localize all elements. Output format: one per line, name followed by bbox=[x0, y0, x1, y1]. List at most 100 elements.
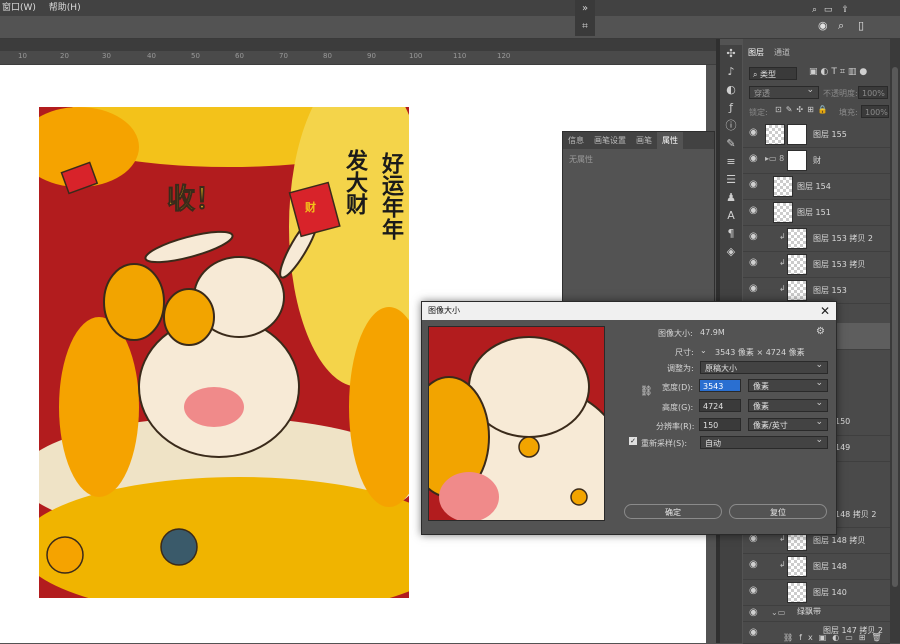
tab-layers[interactable]: 图层 bbox=[743, 47, 769, 58]
tab-channels[interactable]: 通道 bbox=[769, 47, 795, 58]
width-unit-select[interactable]: 像素 bbox=[748, 377, 828, 392]
layer-row[interactable]: ◉8图层 155 bbox=[743, 121, 890, 148]
blend-mode-select[interactable]: 穿透 bbox=[749, 84, 819, 99]
visibility-eye-icon[interactable]: ◉ bbox=[749, 284, 759, 294]
properties-body-text: 无属性 bbox=[569, 155, 593, 164]
compass-icon[interactable]: ✣ bbox=[720, 45, 742, 63]
layers-footer-icons[interactable]: ⛓fx▣◐▭⊞🗑 bbox=[783, 633, 888, 642]
resample-checkbox[interactable]: ✓ bbox=[629, 437, 637, 445]
character-icon[interactable]: A bbox=[720, 207, 742, 225]
layer-name: 图层 155 bbox=[813, 130, 847, 139]
dimensions-chevron-icon[interactable]: ⌄ bbox=[700, 346, 707, 355]
layers-scrollbar[interactable] bbox=[890, 39, 900, 643]
menu-help[interactable]: 帮助(H) bbox=[49, 0, 81, 16]
resolution-unit-select[interactable]: 像素/英寸 bbox=[748, 416, 828, 431]
tab-properties[interactable]: 属性 bbox=[657, 132, 683, 149]
width-input[interactable]: 3543 bbox=[699, 379, 741, 392]
folder-icon: ⌄▭ bbox=[771, 608, 786, 617]
layer-row[interactable]: ◉ 图层 154 bbox=[743, 173, 890, 200]
visibility-eye-icon[interactable]: ◉ bbox=[749, 206, 759, 216]
visibility-eye-icon[interactable]: ◉ bbox=[749, 128, 759, 138]
options-bar: » ⌗ ◉ ⌕ ▯ bbox=[0, 0, 900, 39]
height-input[interactable]: 4724 bbox=[699, 399, 741, 412]
tab-info[interactable]: 信息 bbox=[563, 132, 589, 149]
ruler-tick: 10 bbox=[18, 52, 27, 60]
resample-select[interactable]: 自动 bbox=[700, 434, 828, 449]
layers-icon[interactable]: ◈ bbox=[720, 243, 742, 261]
image-preview[interactable] bbox=[428, 326, 605, 521]
layer-thumbnail bbox=[787, 280, 807, 301]
fit-to-select[interactable]: 原稿大小 bbox=[700, 359, 828, 374]
layer-thumbnail bbox=[787, 254, 807, 275]
gear-icon[interactable]: ⚙ bbox=[816, 326, 825, 337]
visibility-eye-icon[interactable]: ◉ bbox=[749, 534, 759, 544]
fill-label: 填充: bbox=[839, 108, 858, 117]
visibility-eye-icon[interactable]: ◉ bbox=[749, 608, 759, 618]
layout-icon[interactable]: ▯ bbox=[858, 19, 864, 32]
layer-name: 图层 151 bbox=[797, 208, 831, 217]
visibility-eye-icon[interactable]: ◉ bbox=[749, 586, 759, 596]
height-unit-select[interactable]: 像素 bbox=[748, 397, 828, 412]
close-icon[interactable]: ✕ bbox=[820, 302, 830, 320]
scrollbar-thumb[interactable] bbox=[892, 67, 898, 587]
adjustments-icon[interactable]: ◐ bbox=[720, 81, 742, 99]
layer-thumbnail bbox=[765, 124, 785, 145]
tab-brush[interactable]: 画笔 bbox=[631, 132, 657, 149]
document-tab-strip[interactable] bbox=[0, 39, 716, 51]
dimensions-value: 3543 像素 × 4724 像素 bbox=[715, 348, 805, 357]
sliders-icon[interactable]: ≡ bbox=[720, 153, 742, 171]
fit-to-label: 调整为: bbox=[667, 364, 694, 373]
panel-collapse-icon[interactable]: » ⌗ bbox=[575, 0, 595, 36]
ruler-tick: 70 bbox=[279, 52, 288, 60]
reset-button[interactable]: 复位 bbox=[729, 504, 827, 519]
visibility-eye-icon[interactable]: ◉ bbox=[749, 154, 759, 164]
lock-icons[interactable]: ⊡✎✣⊞🔒 bbox=[775, 105, 832, 114]
layer-name: 图层 153 拷贝 2 bbox=[813, 234, 873, 243]
visibility-eye-icon[interactable]: ◉ bbox=[749, 232, 759, 242]
visibility-eye-icon[interactable]: ◉ bbox=[749, 628, 759, 638]
account-icon[interactable]: ◉ bbox=[818, 19, 828, 32]
fx-icon[interactable]: ƒ bbox=[720, 99, 742, 117]
ruler-tick: 40 bbox=[147, 52, 156, 60]
layer-name: 图层 153 bbox=[813, 286, 847, 295]
visibility-eye-icon[interactable]: ◉ bbox=[749, 560, 759, 570]
stamp-icon[interactable]: ♟ bbox=[720, 189, 742, 207]
top-right-icons: ⌕ ▭ ⇪ bbox=[812, 2, 900, 15]
ruler-tick: 100 bbox=[409, 52, 423, 60]
opacity-input[interactable]: 100% bbox=[858, 86, 888, 99]
resolution-input[interactable]: 150 bbox=[699, 418, 741, 431]
resample-label: 重新采样(S): bbox=[641, 439, 688, 448]
layer-row[interactable]: ◉ ⌄▭ 绿飘带 bbox=[743, 601, 890, 622]
artwork-illustration: 好运年年 发大财 收！ 财 bbox=[39, 107, 409, 598]
layer-name: 绿飘带 bbox=[797, 607, 821, 616]
tab-brush-settings[interactable]: 画笔设置 bbox=[589, 132, 631, 149]
folder-icon: ▸▭ 8 bbox=[765, 154, 785, 163]
brush-icon[interactable]: ✎ bbox=[720, 135, 742, 153]
properties-icon[interactable]: ☰ bbox=[720, 171, 742, 189]
layer-filter-icons: ▣◐T⌗▥● bbox=[809, 67, 871, 77]
history-icon[interactable]: ♪ bbox=[720, 63, 742, 81]
layer-search-input[interactable]: ⌕ 类型 bbox=[749, 67, 797, 80]
ruler-tick: 30 bbox=[102, 52, 111, 60]
layer-row[interactable]: ◉ ↲ 图层 153 拷贝 2 bbox=[743, 225, 890, 252]
visibility-eye-icon[interactable]: ◉ bbox=[749, 180, 759, 190]
layer-row[interactable]: ◉ ↲ 图层 153 拷贝 bbox=[743, 251, 890, 278]
layer-row[interactable]: ◉ 图层 151 bbox=[743, 199, 890, 226]
constrain-link-icon[interactable]: ⛓ bbox=[640, 386, 653, 397]
layer-row[interactable]: ◉ ↲ 图层 153 bbox=[743, 277, 890, 304]
ruler-tick: 60 bbox=[235, 52, 244, 60]
layer-thumbnail bbox=[787, 582, 807, 603]
layer-row[interactable]: ◉ ↲ 图层 148 bbox=[743, 553, 890, 580]
fill-input[interactable]: 100% bbox=[861, 105, 889, 118]
dialog-titlebar: 图像大小 ✕ bbox=[422, 302, 836, 320]
search-icon-2[interactable]: ⌕ bbox=[838, 19, 844, 33]
layer-name: 财 bbox=[813, 156, 821, 165]
menu-window[interactable]: 窗口(W) bbox=[2, 0, 36, 16]
layer-thumbnail bbox=[787, 228, 807, 249]
ok-button[interactable]: 确定 bbox=[624, 504, 722, 519]
layer-row[interactable]: ◉ ▸▭ 8 财 bbox=[743, 147, 890, 174]
visibility-eye-icon[interactable]: ◉ bbox=[749, 258, 759, 268]
paragraph-icon[interactable]: ¶ bbox=[720, 225, 742, 243]
info-icon[interactable]: ⓘ bbox=[720, 117, 742, 135]
ruler-tick: 50 bbox=[191, 52, 200, 60]
